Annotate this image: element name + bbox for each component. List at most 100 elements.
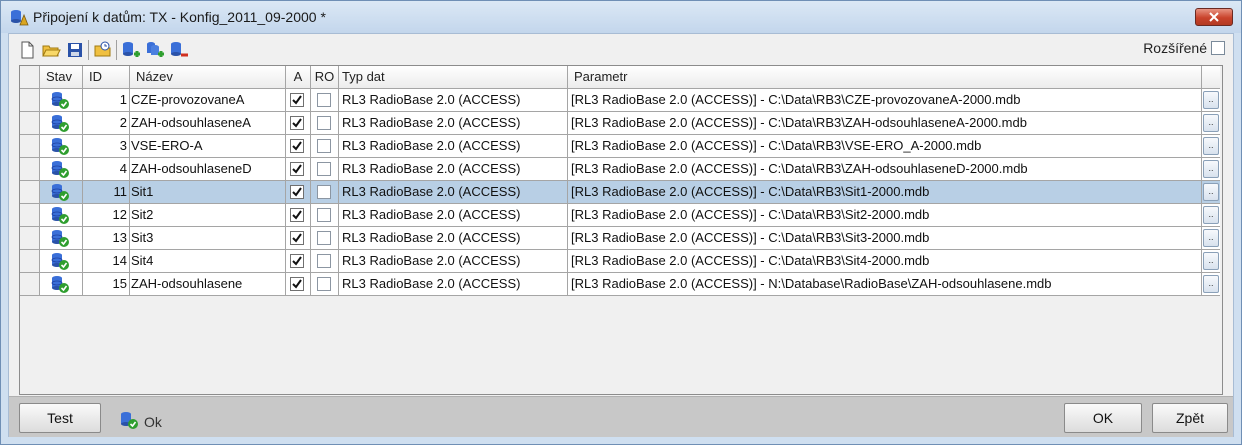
readonly-checkbox[interactable]: [317, 277, 331, 291]
remove-database-icon[interactable]: [169, 40, 189, 60]
browse-button[interactable]: ..: [1203, 91, 1219, 109]
readonly-checkbox[interactable]: [317, 208, 331, 222]
row-selector[interactable]: [20, 158, 40, 181]
nazev-cell[interactable]: ZAH-odsouhlasene: [130, 273, 286, 296]
column-header-a[interactable]: A: [286, 66, 311, 89]
row-selector[interactable]: [20, 227, 40, 250]
rozsirene-toggle[interactable]: Rozšířené: [1143, 40, 1225, 56]
browse-cell: ..: [1202, 204, 1220, 227]
nazev-cell[interactable]: CZE-provozovaneA: [130, 89, 286, 112]
open-folder-icon[interactable]: [41, 40, 61, 60]
connection-status: Ok: [119, 410, 162, 433]
active-checkbox[interactable]: [290, 254, 304, 268]
test-button[interactable]: Test: [19, 403, 101, 433]
browse-button[interactable]: ..: [1203, 206, 1219, 224]
typ-dat-cell[interactable]: RL3 RadioBase 2.0 (ACCESS): [339, 181, 568, 204]
table-row[interactable]: 13 Sit3 RL3 RadioBase 2.0 (ACCESS) [RL3 Rad…: [20, 227, 1220, 250]
readonly-checkbox[interactable]: [317, 254, 331, 268]
browse-button[interactable]: ..: [1203, 275, 1219, 293]
nazev-cell[interactable]: VSE-ERO-A: [130, 135, 286, 158]
typ-dat-cell[interactable]: RL3 RadioBase 2.0 (ACCESS): [339, 89, 568, 112]
database-ok-icon: [50, 90, 70, 111]
add-database-icon[interactable]: [121, 40, 141, 60]
save-icon[interactable]: [65, 40, 85, 60]
active-checkbox[interactable]: [290, 231, 304, 245]
parametr-cell[interactable]: [RL3 RadioBase 2.0 (ACCESS)] - C:\Data\R…: [568, 250, 1202, 273]
id-cell: 2: [83, 112, 130, 135]
active-checkbox[interactable]: [290, 116, 304, 130]
id-cell: 3: [83, 135, 130, 158]
parametr-cell[interactable]: [RL3 RadioBase 2.0 (ACCESS)] - C:\Data\R…: [568, 204, 1202, 227]
readonly-checkbox[interactable]: [317, 185, 331, 199]
close-button[interactable]: [1195, 8, 1233, 26]
browse-button[interactable]: ..: [1203, 160, 1219, 178]
typ-dat-cell[interactable]: RL3 RadioBase 2.0 (ACCESS): [339, 273, 568, 296]
nazev-cell[interactable]: Sit4: [130, 250, 286, 273]
column-header-stav[interactable]: Stav: [40, 66, 83, 89]
column-header-id[interactable]: ID: [83, 66, 130, 89]
typ-dat-cell[interactable]: RL3 RadioBase 2.0 (ACCESS): [339, 204, 568, 227]
typ-dat-cell[interactable]: RL3 RadioBase 2.0 (ACCESS): [339, 112, 568, 135]
row-selector[interactable]: [20, 204, 40, 227]
typ-dat-cell[interactable]: RL3 RadioBase 2.0 (ACCESS): [339, 250, 568, 273]
new-document-icon[interactable]: [17, 40, 37, 60]
nazev-cell[interactable]: Sit2: [130, 204, 286, 227]
table-row[interactable]: 2 ZAH-odsouhlaseneA RL3 RadioBase 2.0 (ACC…: [20, 112, 1220, 135]
nazev-cell[interactable]: ZAH-odsouhlaseneD: [130, 158, 286, 181]
browse-button[interactable]: ..: [1203, 229, 1219, 247]
table-row[interactable]: 11 Sit1 RL3 RadioBase 2.0 (ACCESS) [RL3 Rad…: [20, 181, 1220, 204]
id-cell: 14: [83, 250, 130, 273]
typ-dat-cell[interactable]: RL3 RadioBase 2.0 (ACCESS): [339, 227, 568, 250]
ok-button[interactable]: OK: [1064, 403, 1142, 433]
parametr-cell[interactable]: [RL3 RadioBase 2.0 (ACCESS)] - C:\Data\R…: [568, 227, 1202, 250]
row-selector[interactable]: [20, 181, 40, 204]
parametr-cell[interactable]: [RL3 RadioBase 2.0 (ACCESS)] - C:\Data\R…: [568, 158, 1202, 181]
typ-dat-cell[interactable]: RL3 RadioBase 2.0 (ACCESS): [339, 158, 568, 181]
row-selector[interactable]: [20, 135, 40, 158]
row-selector[interactable]: [20, 112, 40, 135]
browse-button[interactable]: ..: [1203, 252, 1219, 270]
column-header-parametr[interactable]: Parametr: [568, 66, 1202, 89]
open-recent-icon[interactable]: [93, 40, 113, 60]
nazev-cell[interactable]: Sit1: [130, 181, 286, 204]
column-header-nazev[interactable]: Název: [130, 66, 286, 89]
active-checkbox[interactable]: [290, 277, 304, 291]
table-row[interactable]: 1 CZE-provozovaneA RL3 RadioBase 2.0 (ACCE…: [20, 89, 1220, 112]
browse-button[interactable]: ..: [1203, 183, 1219, 201]
parametr-cell[interactable]: [RL3 RadioBase 2.0 (ACCESS)] - C:\Data\R…: [568, 135, 1202, 158]
table-row[interactable]: 15 ZAH-odsouhlasene RL3 RadioBase 2.0 (ACC…: [20, 273, 1220, 296]
title-bar[interactable]: Připojení k datům: TX - Konfig_2011_09-2…: [1, 1, 1241, 33]
row-selector[interactable]: [20, 273, 40, 296]
active-checkbox[interactable]: [290, 208, 304, 222]
parametr-cell[interactable]: [RL3 RadioBase 2.0 (ACCESS)] - C:\Data\R…: [568, 112, 1202, 135]
active-checkbox[interactable]: [290, 162, 304, 176]
typ-dat-cell[interactable]: RL3 RadioBase 2.0 (ACCESS): [339, 135, 568, 158]
column-header-typ-dat[interactable]: Typ dat: [339, 66, 568, 89]
table-row[interactable]: 14 Sit4 RL3 RadioBase 2.0 (ACCESS) [RL3 Rad…: [20, 250, 1220, 273]
column-header-ro[interactable]: RO: [311, 66, 339, 89]
nazev-cell[interactable]: Sit3: [130, 227, 286, 250]
browse-button[interactable]: ..: [1203, 114, 1219, 132]
active-checkbox[interactable]: [290, 93, 304, 107]
active-checkbox[interactable]: [290, 185, 304, 199]
back-button[interactable]: Zpět: [1152, 403, 1228, 433]
ro-cell: [311, 158, 339, 181]
table-row[interactable]: 3 VSE-ERO-A RL3 RadioBase 2.0 (ACCESS) [RL3…: [20, 135, 1220, 158]
table-row[interactable]: 4 ZAH-odsouhlaseneD RL3 RadioBase 2.0 (ACC…: [20, 158, 1220, 181]
browse-button[interactable]: ..: [1203, 137, 1219, 155]
readonly-checkbox[interactable]: [317, 139, 331, 153]
readonly-checkbox[interactable]: [317, 116, 331, 130]
parametr-cell[interactable]: [RL3 RadioBase 2.0 (ACCESS)] - C:\Data\R…: [568, 89, 1202, 112]
readonly-checkbox[interactable]: [317, 93, 331, 107]
table-row[interactable]: 12 Sit2 RL3 RadioBase 2.0 (ACCESS) [RL3 Rad…: [20, 204, 1220, 227]
nazev-cell[interactable]: ZAH-odsouhlaseneA: [130, 112, 286, 135]
active-checkbox[interactable]: [290, 139, 304, 153]
parametr-cell[interactable]: [RL3 RadioBase 2.0 (ACCESS)] - N:\Databa…: [568, 273, 1202, 296]
row-selector[interactable]: [20, 250, 40, 273]
rozsirene-checkbox[interactable]: [1211, 41, 1225, 55]
add-databases-icon[interactable]: [145, 40, 165, 60]
readonly-checkbox[interactable]: [317, 162, 331, 176]
readonly-checkbox[interactable]: [317, 231, 331, 245]
row-selector[interactable]: [20, 89, 40, 112]
parametr-cell[interactable]: [RL3 RadioBase 2.0 (ACCESS)] - C:\Data\R…: [568, 181, 1202, 204]
